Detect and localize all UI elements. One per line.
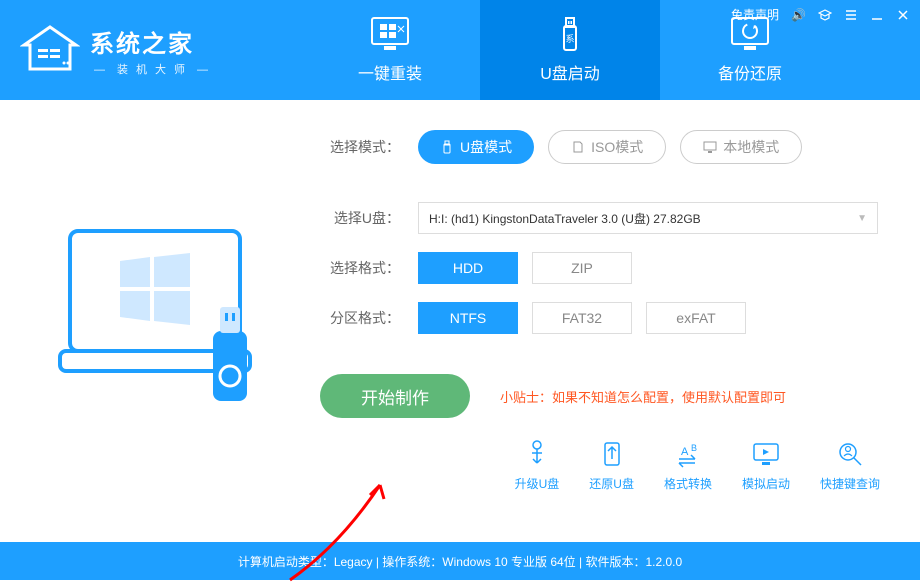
tab-label: 一键重装	[358, 60, 422, 84]
laptop-usb-illustration	[50, 221, 280, 441]
menu-icon[interactable]	[844, 8, 858, 22]
close-icon[interactable]	[896, 8, 910, 22]
tab-reinstall[interactable]: 一键重装	[300, 0, 480, 100]
usb-boot-icon: 系	[550, 16, 590, 52]
mode-label: 选择模式：	[320, 137, 400, 157]
status-bar: 计算机启动类型：Legacy | 操作系统：Windows 10 专业版 64位…	[0, 542, 920, 580]
windows-reinstall-icon	[370, 16, 410, 52]
usb-upgrade-icon	[522, 439, 552, 469]
svg-text:A: A	[681, 446, 689, 458]
start-button[interactable]: 开始制作	[320, 374, 470, 418]
tool-restore-usb[interactable]: 还原U盘	[589, 439, 634, 492]
house-logo-icon	[20, 25, 80, 75]
mode-iso-button[interactable]: ISO模式	[548, 130, 666, 164]
logo-subtitle: 装机大师	[90, 61, 220, 77]
logo-title: 系统之家	[90, 24, 220, 59]
sound-icon[interactable]: 🔊	[791, 8, 806, 22]
partition-fat32-button[interactable]: FAT32	[532, 302, 632, 334]
tool-upgrade-usb[interactable]: 升级U盘	[515, 439, 560, 492]
bottom-toolbar: 升级U盘 还原U盘 AB 格式转换 模拟启动 快捷键查询	[515, 439, 880, 492]
iso-icon	[571, 140, 585, 154]
shortcut-icon	[835, 439, 865, 469]
convert-icon: AB	[673, 439, 703, 469]
tab-label: U盘启动	[540, 60, 600, 84]
svg-text:系: 系	[565, 34, 574, 44]
chevron-down-icon: ▼	[857, 213, 867, 224]
mode-local-button[interactable]: 本地模式	[680, 130, 802, 164]
format-zip-button[interactable]: ZIP	[532, 252, 632, 284]
simulate-icon	[751, 439, 781, 469]
tab-label: 备份还原	[718, 60, 782, 84]
usb-restore-icon	[597, 439, 627, 469]
drive-select[interactable]: H:I: (hd1) KingstonDataTraveler 3.0 (U盘)…	[418, 202, 878, 234]
format-hdd-button[interactable]: HDD	[418, 252, 518, 284]
status-text: 计算机启动类型：Legacy | 操作系统：Windows 10 专业版 64位…	[238, 553, 682, 570]
drive-value: H:I: (hd1) KingstonDataTraveler 3.0 (U盘)…	[429, 210, 701, 227]
monitor-icon	[703, 140, 717, 154]
window-controls: 免责声明 🔊	[731, 6, 910, 23]
partition-label: 分区格式：	[320, 308, 400, 328]
logo: 系统之家 装机大师	[0, 24, 240, 77]
tool-shortcut-query[interactable]: 快捷键查询	[820, 439, 880, 492]
svg-text:B: B	[691, 443, 697, 453]
minimize-icon[interactable]	[870, 8, 884, 22]
header: 系统之家 装机大师 一键重装 系 U盘启动 备份还原 免责声明 🔊	[0, 0, 920, 100]
partition-ntfs-button[interactable]: NTFS	[418, 302, 518, 334]
illustration	[40, 130, 290, 532]
graduation-icon[interactable]	[818, 8, 832, 22]
tip-text: 小贴士：如果不知道怎么配置，使用默认配置即可	[500, 387, 786, 406]
tool-format-convert[interactable]: AB 格式转换	[664, 439, 712, 492]
main-panel: 选择模式： U盘模式 ISO模式 本地模式 选择U盘： H:I: (hd1) K…	[0, 100, 920, 542]
tool-simulate-boot[interactable]: 模拟启动	[742, 439, 790, 492]
mode-usb-button[interactable]: U盘模式	[418, 130, 534, 164]
usb-icon	[440, 140, 454, 154]
disclaimer-link[interactable]: 免责声明	[731, 6, 779, 23]
partition-exfat-button[interactable]: exFAT	[646, 302, 746, 334]
tab-usb-boot[interactable]: 系 U盘启动	[480, 0, 660, 100]
format-label: 选择格式：	[320, 258, 400, 278]
drive-label: 选择U盘：	[320, 208, 400, 228]
